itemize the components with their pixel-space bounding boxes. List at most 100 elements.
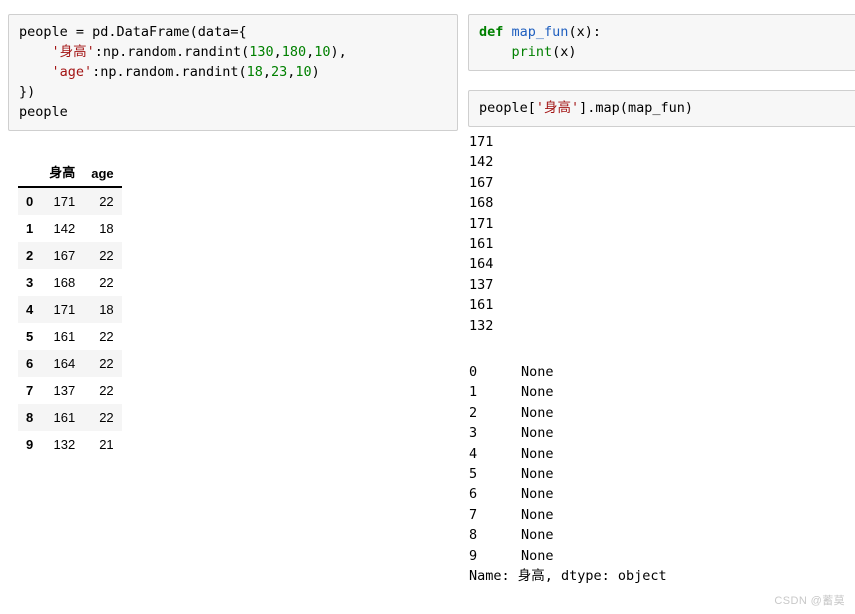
code-token-num: 10 xyxy=(314,44,331,60)
stdout-line: 171 xyxy=(469,134,494,150)
table-row: 6 164 22 xyxy=(18,350,122,377)
table-cell: 18 xyxy=(99,302,114,317)
series-row: 5 None xyxy=(469,464,667,484)
table-row-index: 2 xyxy=(26,248,34,263)
table-body: 0 171 22 1 142 18 2 167 22 3 168 22 4 171 18 5 161 22 6 164… xyxy=(18,187,122,458)
table-index-header xyxy=(18,160,42,188)
code-line: people['身高'].map(map_fun) xyxy=(479,98,855,118)
table-header-row: 身高 age xyxy=(18,160,122,188)
table-row: 4 171 18 xyxy=(18,296,122,323)
table-cell: 22 xyxy=(99,248,114,263)
table-column-header-age: age xyxy=(83,160,122,188)
code-token-plain: people xyxy=(19,104,68,120)
code-token-plain: ), xyxy=(330,44,347,60)
table-cell: 161 xyxy=(53,329,76,344)
table-row: 3 168 22 xyxy=(18,269,122,296)
table-row-index: 7 xyxy=(26,383,34,398)
code-token-plain: :np.random.randint( xyxy=(92,64,247,80)
series-row-value: None xyxy=(521,547,554,564)
code-token-fn: map_fun xyxy=(511,24,569,40)
series-row-index: 8 xyxy=(469,527,478,544)
table-cell: 161 xyxy=(53,410,76,425)
table-row-index: 8 xyxy=(26,410,34,425)
code-token-str: 'age' xyxy=(51,64,93,80)
table-cell: 137 xyxy=(53,383,76,398)
code-token-kw: def xyxy=(479,24,504,40)
code-token-plain: ) xyxy=(311,64,320,80)
stdout-line: 168 xyxy=(469,195,494,212)
series-row-index: 2 xyxy=(469,404,478,421)
series-row: 3 None xyxy=(469,423,667,443)
code-token-plain: :np.random.randint( xyxy=(94,44,250,60)
code-line: 'age':np.random.randint(18,23,10) xyxy=(19,62,447,82)
code-line: '身高':np.random.randint(130,180,10), xyxy=(19,42,447,62)
series-row-index: 3 xyxy=(469,425,478,442)
code-token-builtin: print xyxy=(511,44,553,60)
table-cell: 18 xyxy=(99,221,114,236)
series-row: 9 None xyxy=(469,546,667,566)
table-cell: 167 xyxy=(53,248,76,263)
stdout-line: 161 xyxy=(469,236,494,253)
series-row: 1 None xyxy=(469,382,667,402)
table-cell: 164 xyxy=(53,356,76,371)
table-row-index: 0 xyxy=(26,194,34,209)
dataframe-output: 身高 age 0 171 22 1 142 18 2 167 22 3 168 22 4 171 18 5 16… xyxy=(18,160,122,458)
code-token-num: 130 xyxy=(249,44,274,60)
stdout-line: 164 xyxy=(469,256,494,273)
code-token-num: 23 xyxy=(271,64,288,80)
code-token-str: '身高' xyxy=(51,44,95,60)
code-line: people = pd.DataFrame(data={ xyxy=(19,22,447,42)
series-row-value: None xyxy=(521,527,554,544)
csdn-watermark: CSDN @蓄莫 xyxy=(774,595,845,607)
code-token-plain: people = pd.DataFrame(data={ xyxy=(19,24,247,40)
table-cell: 142 xyxy=(53,221,76,236)
stdout-line: 171 xyxy=(469,215,494,232)
table-row-index: 6 xyxy=(26,356,34,371)
series-row-index: 6 xyxy=(469,486,478,503)
series-row-value: None xyxy=(521,404,554,421)
series-row-index: 1 xyxy=(469,384,478,401)
code-cell-map-fun-definition[interactable]: def map_fun(x): print(x) xyxy=(468,14,855,71)
stdout-line: 137 xyxy=(469,276,494,293)
code-token-num: 10 xyxy=(295,64,312,80)
table-column-header-height: 身高 xyxy=(41,160,84,188)
table-row: 7 137 22 xyxy=(18,377,122,404)
series-row-value: None xyxy=(521,445,554,462)
stdout-line: 161 xyxy=(469,297,494,314)
code-token-plain: , xyxy=(273,44,282,60)
code-token-plain: ].map(map_fun) xyxy=(579,100,693,116)
table-cell: 22 xyxy=(99,329,114,344)
table-cell: 22 xyxy=(99,275,114,290)
series-footer: Name: 身高, dtype: object xyxy=(469,568,667,585)
table-cell: 22 xyxy=(99,383,114,398)
table-row: 0 171 22 xyxy=(18,187,122,215)
series-row-value: None xyxy=(521,486,554,503)
code-cell-people-definition[interactable]: people = pd.DataFrame(data={ '身高':np.ran… xyxy=(8,14,458,131)
print-stdout-output: 171 142 167 168 171 161 164 137 161 132 xyxy=(469,132,493,336)
table-row: 5 161 22 xyxy=(18,323,122,350)
series-row-index: 7 xyxy=(469,506,478,523)
code-line: people xyxy=(19,102,447,122)
table-row: 8 161 22 xyxy=(18,404,122,431)
table-cell: 22 xyxy=(99,356,114,371)
table-cell: 171 xyxy=(53,302,76,317)
table-cell: 22 xyxy=(99,410,114,425)
series-row-index: 4 xyxy=(469,445,478,462)
table-cell: 168 xyxy=(53,275,76,290)
code-token-plain: people[ xyxy=(479,100,536,116)
table-header: 身高 age xyxy=(18,160,122,188)
series-row: 2 None xyxy=(469,403,667,423)
code-line: def map_fun(x): xyxy=(479,22,855,42)
table-row-index: 4 xyxy=(26,302,34,317)
series-row-value: None xyxy=(521,425,554,442)
series-row-index: 9 xyxy=(469,547,478,564)
table-cell: 171 xyxy=(53,194,76,209)
table-row: 1 142 18 xyxy=(18,215,122,242)
stdout-line: 142 xyxy=(469,154,494,171)
code-token-plain: (x): xyxy=(568,24,601,40)
code-cell-map-call[interactable]: people['身高'].map(map_fun) xyxy=(468,90,855,127)
series-row: 7 None xyxy=(469,505,667,525)
